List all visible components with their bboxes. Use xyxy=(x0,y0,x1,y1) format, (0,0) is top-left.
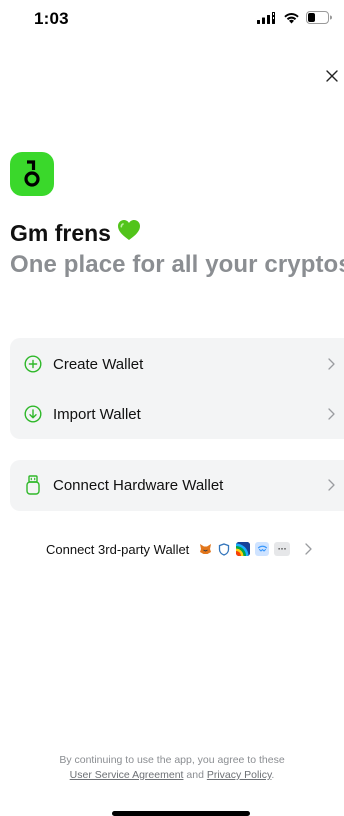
connect-third-party-wallet-button[interactable]: Connect 3rd-party Wallet ··· xyxy=(46,537,315,561)
app-logo xyxy=(10,152,54,196)
home-indicator xyxy=(112,811,250,816)
cellular-signal-icon xyxy=(257,11,275,24)
logo-icon xyxy=(24,160,40,187)
wallet-actions-card: Create Wallet Import Wallet xyxy=(10,338,344,439)
hardware-wallet-card: Connect Hardware Wallet xyxy=(10,460,344,511)
walletconnect-icon xyxy=(255,542,270,556)
chevron-right-icon xyxy=(301,542,315,556)
status-time: 1:03 xyxy=(34,9,69,28)
chevron-right-icon xyxy=(326,357,336,371)
close-icon xyxy=(326,70,338,82)
battery-icon xyxy=(306,11,332,24)
green-heart-icon xyxy=(117,219,141,247)
shield-wallet-icon xyxy=(217,542,231,556)
status-icons xyxy=(257,11,332,24)
arrow-down-circle-icon xyxy=(23,404,43,424)
chevron-right-icon xyxy=(326,407,336,421)
import-wallet-button[interactable]: Import Wallet xyxy=(10,389,344,439)
connect-hardware-wallet-label: Connect Hardware Wallet xyxy=(53,476,224,494)
legal-prefix: By continuing to use the app, you agree … xyxy=(59,754,285,766)
metamask-icon xyxy=(198,542,212,556)
create-wallet-button[interactable]: Create Wallet xyxy=(10,339,344,389)
status-bar: 1:03 xyxy=(0,0,344,40)
wifi-icon xyxy=(284,12,299,23)
legal-notice: By continuing to use the app, you agree … xyxy=(0,753,344,783)
import-wallet-label: Import Wallet xyxy=(53,405,141,423)
connect-hardware-wallet-button[interactable]: Connect Hardware Wallet xyxy=(10,460,344,510)
more-icon: ··· xyxy=(274,542,291,556)
legal-links-line: User Service Agreement and Privacy Polic… xyxy=(0,768,344,783)
legal-suffix: . xyxy=(271,769,275,781)
user-service-agreement-link[interactable]: User Service Agreement xyxy=(70,769,184,781)
chevron-right-icon xyxy=(326,478,336,492)
greeting-text: Gm frens xyxy=(10,219,111,246)
tagline: One place for all your cryptos. xyxy=(10,251,344,278)
privacy-policy-link[interactable]: Privacy Policy xyxy=(207,769,272,781)
close-button[interactable] xyxy=(320,64,344,88)
create-wallet-label: Create Wallet xyxy=(53,355,144,373)
greeting-heading: Gm frens xyxy=(10,219,141,247)
usb-device-icon xyxy=(23,475,43,495)
legal-and: and xyxy=(186,769,204,781)
plus-circle-icon xyxy=(23,354,43,374)
rainbow-wallet-icon xyxy=(236,542,251,556)
third-party-label: Connect 3rd-party Wallet xyxy=(46,541,190,557)
